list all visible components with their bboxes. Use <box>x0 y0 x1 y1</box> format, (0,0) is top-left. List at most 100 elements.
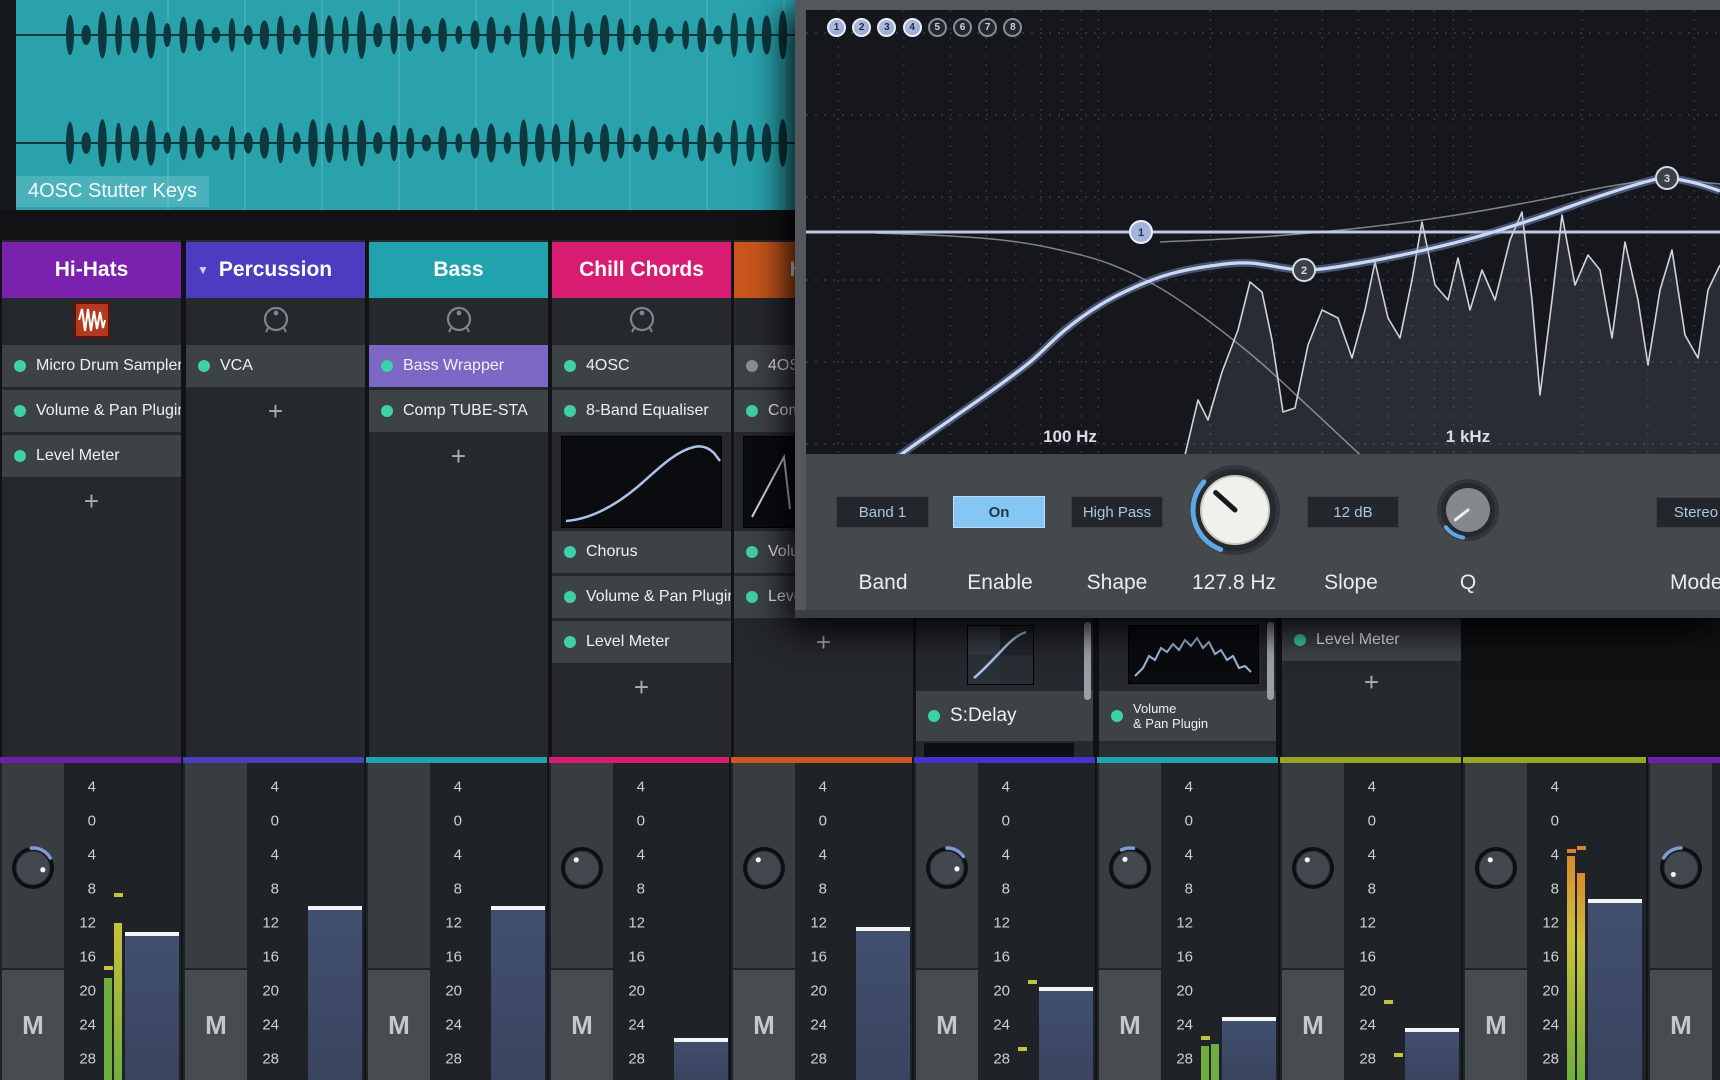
volume-fader[interactable] <box>856 927 910 1080</box>
plugin-active-dot[interactable] <box>14 405 26 417</box>
mute-button[interactable]: M <box>916 970 978 1080</box>
peak-hold-tick <box>1018 1047 1027 1051</box>
knob-icon <box>625 303 659 337</box>
mute-button[interactable]: M <box>1099 970 1161 1080</box>
volume-fader[interactable] <box>1039 987 1093 1080</box>
band-4-selector[interactable]: 4 <box>903 18 922 37</box>
instrument-icon-row[interactable] <box>2 298 181 342</box>
eq-node-handle-3[interactable]: 3 <box>1656 167 1678 189</box>
pan-knob[interactable] <box>1658 845 1704 891</box>
mute-button[interactable]: M <box>368 970 430 1080</box>
q-knob[interactable] <box>1435 477 1501 543</box>
band-select-button[interactable]: Band 1 <box>836 496 929 528</box>
volume-fader[interactable] <box>1405 1028 1459 1080</box>
add-plugin-button[interactable]: + <box>552 666 731 708</box>
band-5-selector[interactable]: 5 <box>928 18 947 37</box>
plugin-slot[interactable]: VCA <box>186 345 365 387</box>
eq-node-handle-1[interactable]: 1 <box>1130 221 1152 243</box>
plugin-active-dot[interactable] <box>381 360 393 372</box>
plugin-active-dot[interactable] <box>746 546 758 558</box>
instrument-icon-row[interactable] <box>369 298 548 342</box>
volume-fader[interactable] <box>1222 1017 1276 1080</box>
frequency-knob[interactable] <box>1188 463 1282 557</box>
plugin-active-dot[interactable] <box>564 360 576 372</box>
plugin-slot[interactable]: Volume & Pan Plugin <box>552 576 731 618</box>
volume-fader[interactable] <box>491 906 545 1080</box>
fader-cap <box>125 932 179 936</box>
instrument-icon-row[interactable] <box>186 298 365 342</box>
rack-vertical-scrollbar[interactable] <box>1084 622 1091 700</box>
plugin-slot[interactable]: Level Meter <box>1282 619 1461 661</box>
plugin-slot[interactable]: Level Meter <box>2 435 181 477</box>
plugin-active-dot[interactable] <box>746 591 758 603</box>
pan-knob[interactable] <box>1473 845 1519 891</box>
band-6-selector[interactable]: 6 <box>953 18 972 37</box>
pan-knob[interactable] <box>1107 845 1153 891</box>
volume-fader[interactable] <box>125 932 179 1080</box>
eq-curve-thumbnail[interactable] <box>561 436 722 528</box>
pan-knob[interactable] <box>559 845 605 891</box>
rack-header[interactable]: ▼Percussion <box>186 242 365 298</box>
add-plugin-button[interactable]: + <box>734 621 913 663</box>
plugin-active-dot[interactable] <box>564 405 576 417</box>
plugin-slot[interactable]: Bass Wrapper <box>369 345 548 387</box>
plugin-slot[interactable]: Chorus <box>552 531 731 573</box>
add-plugin-button[interactable]: + <box>369 435 548 477</box>
pan-knob[interactable] <box>1290 845 1336 891</box>
plugin-active-dot[interactable] <box>1111 710 1123 722</box>
add-plugin-button[interactable]: + <box>1282 661 1461 703</box>
plugin-name: S:Delay <box>950 705 1017 727</box>
instrument-icon-row[interactable] <box>552 298 731 342</box>
mute-button[interactable]: M <box>551 970 613 1080</box>
pan-knob[interactable] <box>924 845 970 891</box>
volume-fader[interactable] <box>1588 899 1642 1080</box>
plugin-slot[interactable]: 4OSC <box>552 345 731 387</box>
mute-button[interactable]: M <box>733 970 795 1080</box>
plugin-slot[interactable]: Volume & Pan Plugin <box>2 390 181 432</box>
band-enable-button[interactable]: On <box>953 496 1045 528</box>
plugin-slot[interactable]: Level Meter <box>552 621 731 663</box>
plugin-slot[interactable]: Micro Drum Sampler <box>2 345 181 387</box>
mute-button[interactable]: M <box>2 970 64 1080</box>
band-1-selector[interactable]: 1 <box>827 18 846 37</box>
mute-button[interactable]: M <box>1465 970 1527 1080</box>
rack-header[interactable]: Bass <box>369 242 548 298</box>
rack-header[interactable]: Hi-Hats <box>2 242 181 298</box>
mode-select-button[interactable]: Stereo <box>1656 497 1720 528</box>
add-plugin-button[interactable]: + <box>186 390 365 432</box>
plugin-active-dot[interactable] <box>198 360 210 372</box>
plugin-active-dot[interactable] <box>564 636 576 648</box>
rack-vertical-scrollbar[interactable] <box>1267 622 1274 700</box>
compressor-thumbnail[interactable] <box>967 625 1034 685</box>
mute-button[interactable]: M <box>1650 970 1712 1080</box>
mute-button[interactable]: M <box>185 970 247 1080</box>
rack-header[interactable]: Chill Chords <box>552 242 731 298</box>
plugin-active-dot[interactable] <box>928 710 940 722</box>
eq-plugin-window: 123100 Hz1 kHz 12345678 Band 1 On High P… <box>795 0 1720 618</box>
add-plugin-button[interactable]: + <box>2 480 181 522</box>
plugin-slot[interactable]: S:Delay <box>916 691 1093 741</box>
volume-fader[interactable] <box>308 906 362 1080</box>
plugin-active-dot[interactable] <box>14 360 26 372</box>
eq-node-handle-2[interactable]: 2 <box>1293 259 1315 281</box>
plugin-slot[interactable]: 8-Band Equaliser <box>552 390 731 432</box>
plugin-active-dot[interactable] <box>564 546 576 558</box>
slope-select-button[interactable]: 12 dB <box>1307 496 1399 528</box>
plugin-active-dot[interactable] <box>564 591 576 603</box>
plugin-active-dot[interactable] <box>746 405 758 417</box>
plugin-active-dot[interactable] <box>381 405 393 417</box>
plugin-thumbnail[interactable] <box>924 743 1074 758</box>
volume-fader[interactable] <box>674 1038 728 1080</box>
pan-knob[interactable] <box>741 845 787 891</box>
plugin-slot[interactable]: Comp TUBE-STA <box>369 390 548 432</box>
collapse-triangle-icon[interactable]: ▼ <box>197 263 209 277</box>
shape-select-button[interactable]: High Pass <box>1071 496 1163 528</box>
plugin-active-dot[interactable] <box>1294 634 1306 646</box>
spectrum-thumbnail[interactable] <box>1128 625 1259 684</box>
plugin-slot[interactable]: Level Meter <box>1099 744 1276 758</box>
plugin-active-dot[interactable] <box>14 450 26 462</box>
plugin-slot[interactable]: Volume& Pan Plugin <box>1099 691 1276 741</box>
plugin-active-dot[interactable] <box>746 360 758 372</box>
pan-knob[interactable] <box>10 845 56 891</box>
mute-button[interactable]: M <box>1282 970 1344 1080</box>
